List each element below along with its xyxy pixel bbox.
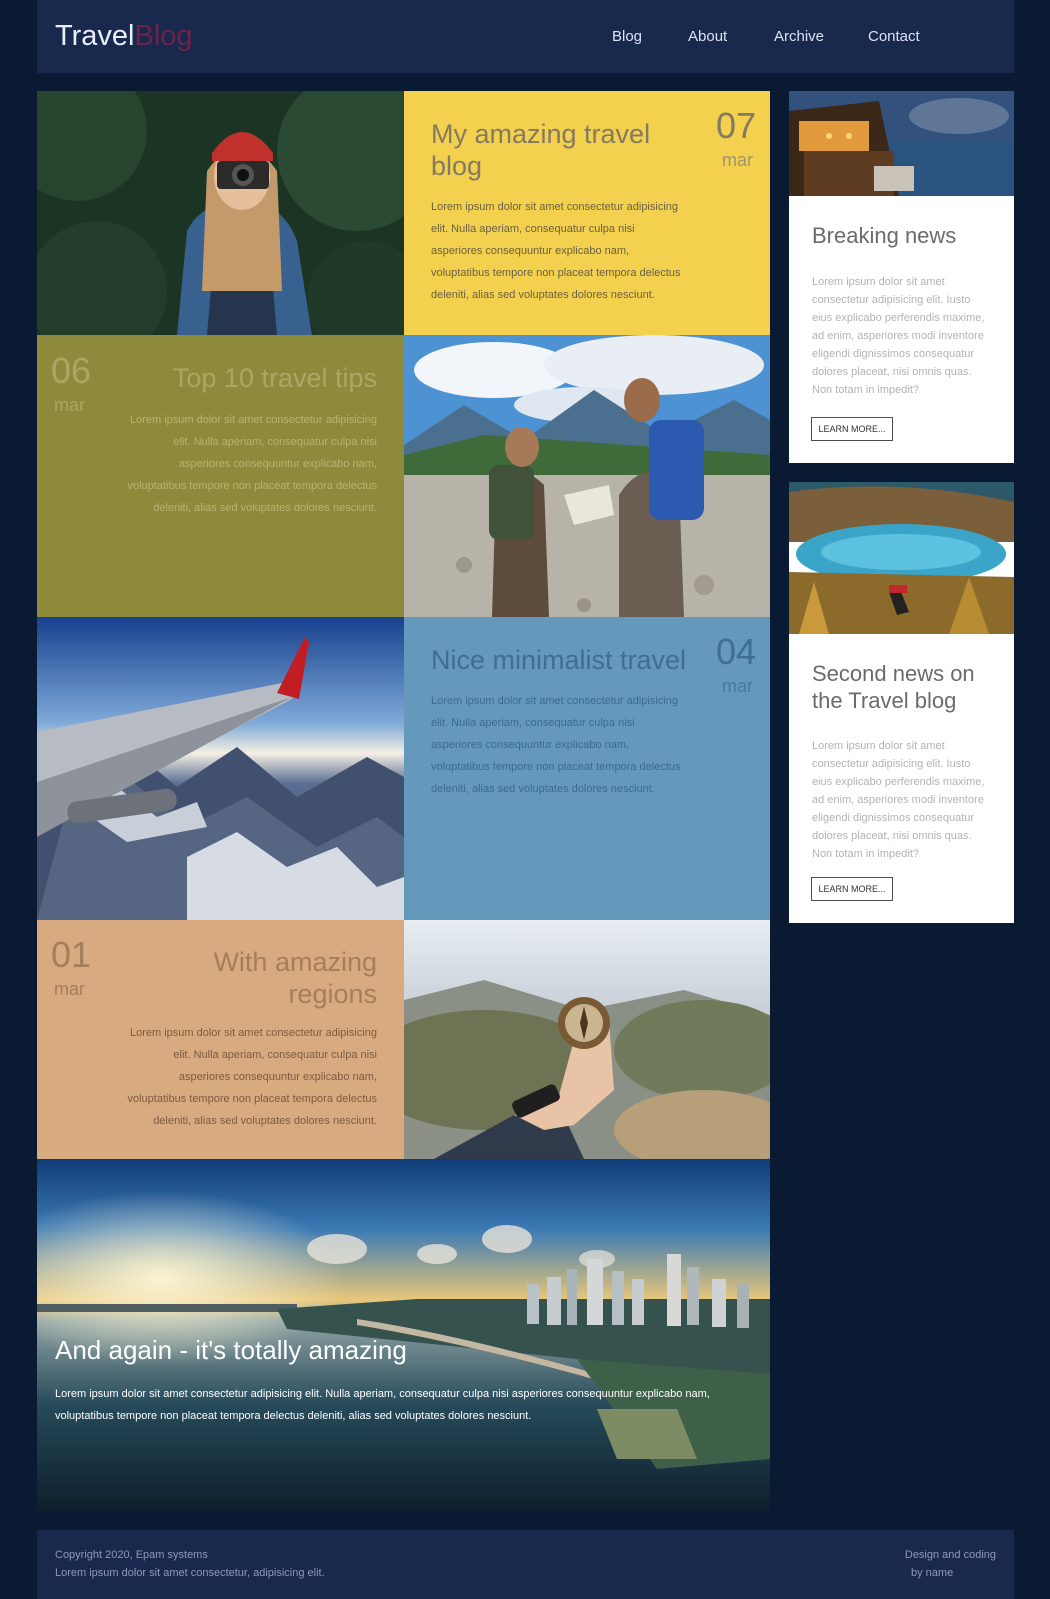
card-text: Lorem ipsum dolor sit amet consectetur a… — [812, 740, 985, 860]
post-text: Lorem ipsum dolor sit amet consectetur a… — [431, 201, 681, 301]
post-day: 06 — [51, 350, 92, 391]
post-day: 04 — [715, 631, 756, 672]
post-title[interactable]: Top 10 travel tips — [173, 362, 377, 394]
feature-city-photo[interactable]: And again - it's totally amazing Lorem i… — [37, 1159, 770, 1511]
footer-copyright: Copyright 2020, Epam systems — [55, 1549, 208, 1561]
site-logo[interactable]: TravelBlog — [55, 18, 193, 54]
logo-blog: Blog — [134, 20, 193, 52]
card-title[interactable]: Second news on the Travel blog — [812, 660, 1002, 714]
lake-photo — [789, 482, 1014, 634]
logo-travel: Travel — [55, 20, 135, 52]
post-title[interactable]: My amazing travel blog — [431, 118, 691, 182]
card-text: Lorem ipsum dolor sit amet consectetur a… — [812, 276, 985, 396]
post-month: mar — [54, 979, 85, 999]
card-title[interactable]: Breaking news — [812, 222, 1002, 249]
post-text: Lorem ipsum dolor sit amet consectetur a… — [127, 1027, 378, 1127]
post-text: Lorem ipsum dolor sit amet consectetur a… — [431, 695, 681, 795]
sidebar-card-second-news: Second news on the Travel blog Lorem ips… — [789, 482, 1014, 923]
post-title[interactable]: Nice minimalist travel — [431, 644, 701, 676]
post-day: 01 — [51, 934, 92, 975]
photographer-photo — [37, 91, 404, 335]
nav-contact[interactable]: Contact — [868, 28, 920, 46]
compass-photo — [404, 920, 770, 1159]
post-month: mar — [54, 395, 85, 415]
post-month: mar — [722, 150, 753, 170]
site-header: TravelBlog Blog About Archive Contact — [37, 0, 1014, 73]
post-card-3[interactable]: Nice minimalist travel 04 mar Lorem ipsu… — [404, 617, 770, 920]
nav-archive[interactable]: Archive — [774, 28, 824, 46]
post-card-2[interactable]: 06 mar Top 10 travel tips Lorem ipsum do… — [37, 335, 404, 617]
footer-subline: Lorem ipsum dolor sit amet consectetur, … — [55, 1567, 325, 1579]
nav-blog[interactable]: Blog — [612, 28, 642, 46]
site-footer: Copyright 2020, Epam systems Lorem ipsum… — [37, 1530, 1014, 1599]
feature-text: Lorem ipsum dolor sit amet consectetur a… — [55, 1388, 710, 1422]
hikers-photo — [404, 335, 770, 617]
footer-credit-line1: Design and coding — [904, 1549, 996, 1561]
feature-title[interactable]: And again - it's totally amazing — [55, 1335, 407, 1365]
post-title[interactable]: With amazing regions — [157, 946, 377, 1010]
learn-more-button[interactable]: LEARN MORE... — [811, 877, 893, 901]
sidebar-card-breaking-news: Breaking news Lorem ipsum dolor sit amet… — [789, 91, 1014, 463]
post-card-1[interactable]: My amazing travel blog 07 mar Lorem ipsu… — [404, 91, 770, 335]
post-text: Lorem ipsum dolor sit amet consectetur a… — [127, 414, 378, 514]
post-day: 07 — [715, 105, 756, 146]
footer-credit-line2: by name — [911, 1567, 954, 1579]
learn-more-button[interactable]: LEARN MORE... — [811, 417, 893, 441]
airplane-photo — [37, 617, 404, 920]
post-month: mar — [722, 676, 753, 696]
nav-about[interactable]: About — [688, 28, 727, 46]
resort-photo — [789, 91, 1014, 196]
post-card-4[interactable]: 01 mar With amazing regions Lorem ipsum … — [37, 920, 404, 1159]
